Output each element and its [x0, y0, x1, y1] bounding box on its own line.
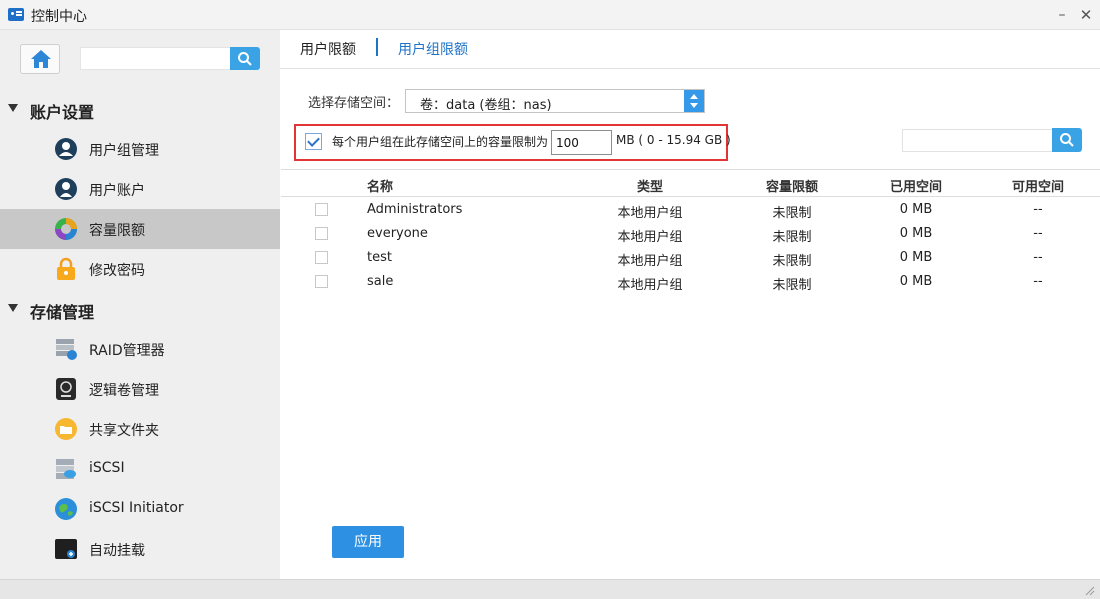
row-checkbox[interactable] [315, 227, 328, 240]
cell-name: test [367, 250, 392, 265]
storage-select-label: 选择存储空间： [308, 96, 400, 111]
sidebar-item-label: iSCSI [89, 460, 125, 476]
table-row[interactable]: sale 本地用户组 未限制 0 MB -- [281, 270, 1100, 294]
cell-type: 本地用户组 [617, 254, 683, 269]
shared-folder-icon [55, 418, 77, 440]
caret-down-icon [8, 304, 18, 312]
table-row[interactable]: test 本地用户组 未限制 0 MB -- [281, 246, 1100, 270]
select-arrows-icon[interactable] [684, 90, 704, 112]
sidebar-item-user-group-management[interactable]: 用户组管理 [0, 129, 280, 169]
tab-user-quota[interactable]: 用户限额 [300, 39, 356, 59]
column-header-type[interactable]: 类型 [637, 176, 663, 195]
sidebar-item-iscsi-initiator[interactable]: iSCSI Initiator [0, 489, 280, 529]
iscsi-icon [56, 459, 76, 479]
cell-type: 本地用户组 [617, 230, 683, 245]
limit-enable-checkbox[interactable] [305, 133, 322, 150]
cell-type: 本地用户组 [617, 278, 683, 293]
sidebar: 账户设置 用户组管理 用户账户 容量限额 修改密码 存储管理 RAID管理器 逻… [0, 30, 280, 579]
table-row[interactable]: everyone 本地用户组 未限制 0 MB -- [281, 222, 1100, 246]
apply-button[interactable]: 应用 [332, 526, 404, 558]
cell-name: everyone [367, 226, 428, 241]
row-checkbox[interactable] [315, 275, 328, 288]
tab-bar: 用户限额 用户组限额 [280, 30, 1100, 69]
table-search-input[interactable] [902, 129, 1053, 152]
column-header-available[interactable]: 可用空间 [1012, 176, 1064, 195]
row-checkbox[interactable] [315, 203, 328, 216]
home-icon [31, 50, 51, 68]
resize-grip-icon[interactable] [1083, 584, 1095, 596]
sidebar-item-user-account[interactable]: 用户账户 [0, 169, 280, 209]
sidebar-item-change-password[interactable]: 修改密码 [0, 249, 280, 289]
cell-available: -- [1033, 226, 1043, 241]
automount-icon [55, 539, 77, 559]
column-header-name[interactable]: 名称 [367, 176, 393, 195]
column-header-used[interactable]: 已用空间 [890, 176, 942, 195]
cell-type: 本地用户组 [617, 206, 683, 221]
column-header-quota[interactable]: 容量限额 [766, 176, 818, 195]
cell-used: 0 MB [899, 250, 933, 265]
section-account-settings[interactable]: 账户设置 [0, 94, 280, 124]
table-row[interactable]: Administrators 本地用户组 未限制 0 MB -- [281, 198, 1100, 222]
user-account-icon [55, 178, 77, 200]
cell-name: sale [367, 274, 394, 289]
sidebar-item-quota[interactable]: 容量限额 [0, 209, 280, 249]
section-label: 存储管理 [30, 303, 95, 322]
lock-icon [57, 257, 75, 280]
cell-name: Administrators [367, 202, 463, 217]
cell-quota: 未限制 [772, 254, 812, 269]
sidebar-item-label: 用户账户 [89, 183, 145, 199]
cell-quota: 未限制 [772, 206, 812, 221]
sidebar-item-automount[interactable]: 自动挂载 [0, 529, 280, 569]
iscsi-initiator-icon [55, 498, 77, 520]
sidebar-item-raid-manager[interactable]: RAID管理器 [0, 329, 280, 369]
sidebar-search-button[interactable] [230, 47, 260, 70]
cell-available: -- [1033, 250, 1043, 265]
search-icon [1060, 133, 1074, 147]
cell-used: 0 MB [899, 274, 933, 289]
row-checkbox[interactable] [315, 251, 328, 264]
caret-down-icon [8, 104, 18, 112]
sidebar-item-label: 逻辑卷管理 [89, 383, 159, 399]
storage-select[interactable]: 卷：data (卷组：nas) [405, 89, 705, 113]
sidebar-search-input[interactable] [80, 47, 230, 70]
quota-pie-icon [55, 218, 77, 240]
sidebar-item-label: 用户组管理 [89, 143, 159, 159]
limit-value-input[interactable] [551, 130, 612, 155]
sidebar-item-shared-folder[interactable]: 共享文件夹 [0, 409, 280, 449]
close-button[interactable]: ✕ [1076, 5, 1096, 25]
home-button[interactable] [20, 44, 60, 74]
cell-available: -- [1033, 274, 1043, 289]
lvm-icon [56, 378, 76, 400]
control-center-icon [8, 8, 24, 21]
cell-available: -- [1033, 202, 1043, 217]
sidebar-item-label: 修改密码 [89, 263, 145, 279]
sidebar-item-label: iSCSI Initiator [89, 500, 184, 516]
sidebar-item-label: 共享文件夹 [89, 423, 159, 439]
raid-icon [56, 339, 77, 360]
minimize-button[interactable]: – [1052, 5, 1072, 25]
section-label: 账户设置 [30, 103, 95, 122]
sidebar-item-lvm[interactable]: 逻辑卷管理 [0, 369, 280, 409]
tab-group-quota[interactable]: 用户组限额 [398, 39, 468, 59]
table-search-button[interactable] [1052, 128, 1082, 152]
cell-quota: 未限制 [772, 230, 812, 245]
sidebar-item-label: 自动挂载 [89, 543, 145, 559]
search-icon [238, 52, 252, 66]
user-group-icon [55, 138, 77, 160]
section-storage-management[interactable]: 存储管理 [0, 294, 280, 324]
cell-used: 0 MB [899, 202, 933, 217]
title-bar: 控制中心 – ✕ [0, 0, 1100, 30]
table-header: 名称 类型 容量限额 已用空间 可用空间 [281, 169, 1100, 197]
tab-separator [376, 38, 378, 56]
sidebar-item-label: RAID管理器 [89, 343, 165, 359]
cell-quota: 未限制 [772, 278, 812, 293]
limit-range-text: MB ( 0 - 15.94 GB ) [616, 133, 731, 147]
cell-used: 0 MB [899, 226, 933, 241]
storage-select-value: 卷：data (卷组：nas) [420, 98, 552, 113]
sidebar-item-iscsi[interactable]: iSCSI [0, 449, 280, 489]
window-title: 控制中心 [31, 9, 87, 25]
limit-label: 每个用户组在此存储空间上的容量限制为 [332, 135, 549, 149]
sidebar-item-label: 容量限额 [89, 223, 145, 239]
status-bar [0, 579, 1100, 599]
